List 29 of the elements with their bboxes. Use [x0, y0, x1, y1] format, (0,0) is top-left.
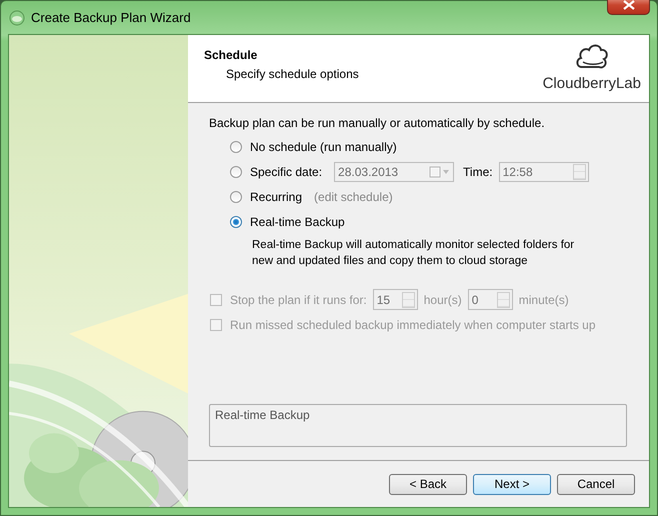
radio-button[interactable] [230, 140, 242, 152]
date-field[interactable]: 28.03.2013 [334, 162, 454, 182]
wizard-button[interactable]: Next > [473, 474, 551, 494]
spinner-icon [496, 292, 510, 308]
option-label[interactable]: No schedule (run manually) [250, 140, 397, 154]
hours-label: hour(s) [424, 292, 462, 306]
option-label[interactable]: Real-time Backup [250, 214, 345, 228]
wizard-button[interactable]: < Back [389, 474, 467, 494]
page-title: Schedule [204, 48, 258, 62]
option-description: Real-time Backup will automatically monitor selected folders for new and updated files and copy them to cloud storage [252, 238, 576, 269]
close-button[interactable] [607, 0, 650, 15]
radio-button[interactable] [230, 216, 242, 228]
option-label[interactable]: Specific date: [250, 164, 322, 178]
spinner-icon [572, 164, 586, 180]
wizard-button[interactable]: Cancel [557, 474, 635, 494]
window-title: Create Backup Plan Wizard [31, 10, 191, 25]
time-label: Time: [463, 164, 493, 178]
intro-text: Backup plan can be run manually or automatically by schedule. [209, 115, 546, 131]
radio-button[interactable] [230, 166, 242, 178]
spinner-icon [402, 292, 415, 308]
radio-button[interactable] [230, 190, 242, 202]
summary-text: Real-time Backup [215, 408, 310, 422]
logo-text: CloudberryLab [542, 75, 641, 92]
time-field[interactable]: 12:58 [498, 162, 589, 182]
minutes-label: minute(s) [518, 292, 569, 306]
calendar-dropdown-icon [429, 166, 452, 178]
page-subtitle: Specify schedule options [225, 67, 359, 81]
close-icon [622, 0, 634, 10]
option-label[interactable]: Recurring [250, 190, 302, 204]
